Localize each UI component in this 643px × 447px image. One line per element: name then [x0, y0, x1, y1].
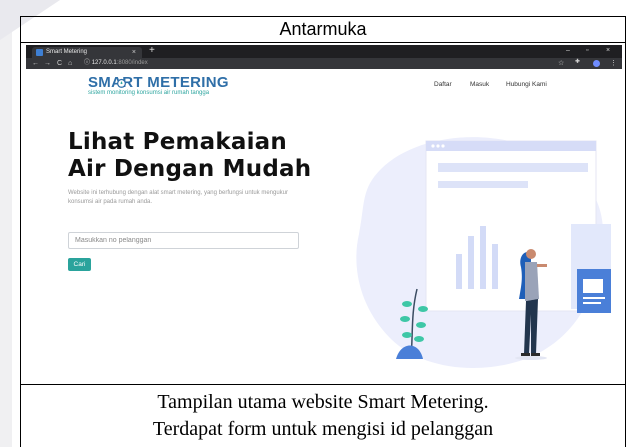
customer-id-input[interactable] [68, 232, 299, 249]
hero-title-line-1: Lihat Pemakaian [68, 129, 287, 155]
web-page: SMART METERING sistem monitoring konsums… [26, 69, 622, 380]
new-tab-button[interactable]: + [149, 45, 155, 57]
favicon-icon [36, 49, 43, 56]
illustration-header-bar [438, 163, 588, 172]
browser-screenshot: Smart Metering × + – ▫ × ← → C ⌂ ⓘ 127.0… [26, 45, 622, 380]
illustration-card-line [583, 297, 605, 299]
tab-close-icon[interactable]: × [132, 47, 136, 58]
caption-divider [21, 384, 625, 385]
figure-caption: Tampilan utama website Smart Metering. T… [21, 389, 625, 443]
info-icon: ⓘ [84, 60, 91, 66]
site-tagline: sistem monitoring konsumsi air rumah tan… [88, 90, 210, 96]
left-decoration [0, 0, 12, 447]
caption-line-1: Tampilan utama website Smart Metering. [157, 391, 489, 413]
illustration-dot [441, 144, 445, 148]
illustration-dot [431, 144, 435, 148]
person-shoe [531, 353, 540, 356]
url-path: :8080/index [116, 60, 148, 66]
reload-icon[interactable]: C [57, 58, 62, 69]
plant-leaf [416, 322, 426, 328]
person-legs [524, 299, 538, 354]
address-bar: ← → C ⌂ ⓘ 127.0.0.1:8080/index ☆ ⋮ [26, 58, 622, 69]
plant-leaf [402, 301, 412, 307]
tab-title: Smart Metering [46, 49, 88, 55]
url-field[interactable]: ⓘ 127.0.0.1:8080/index [84, 58, 148, 69]
hero-title: Lihat Pemakaian Air Dengan Mudah [68, 129, 311, 183]
illustration-card-inner [583, 279, 603, 293]
kebab-menu-icon[interactable]: ⋮ [610, 58, 617, 69]
tab-bar: Smart Metering × + – ▫ × [26, 45, 622, 58]
person-torso [525, 262, 539, 301]
illustration-bar [456, 254, 462, 289]
search-button[interactable]: Cari [68, 258, 91, 271]
person-shoe [521, 353, 530, 356]
hero-title-line-2: Air Dengan Mudah [68, 156, 312, 182]
water-drop-icon [117, 78, 126, 88]
extension-icon[interactable] [574, 58, 581, 69]
profile-avatar-icon[interactable] [593, 60, 600, 67]
person-shadow [515, 356, 547, 360]
table-header: Antarmuka [21, 17, 625, 43]
nav-link-masuk[interactable]: Masuk [470, 81, 489, 88]
document-table: Antarmuka Smart Metering × + – ▫ × ← → C… [20, 16, 626, 447]
site-logo[interactable]: SMART METERING [88, 74, 229, 91]
hero-description: Website ini terhubung dengan alat smart … [68, 190, 289, 205]
illustration-window-bar [426, 141, 596, 151]
star-icon[interactable]: ☆ [558, 58, 564, 69]
nav-link-daftar[interactable]: Daftar [434, 81, 452, 88]
plant-leaf [418, 306, 428, 312]
minimize-button[interactable]: – [566, 45, 570, 57]
illustration-bar [468, 236, 474, 289]
plant-leaf [402, 332, 412, 338]
illustration-bar [492, 244, 498, 289]
plant-leaf [400, 316, 410, 322]
maximize-button[interactable]: ▫ [586, 45, 588, 57]
illustration-dot [436, 144, 440, 148]
nav-link-hubungi-kami[interactable]: Hubungi Kami [506, 81, 547, 88]
person-arm [537, 264, 547, 267]
home-icon[interactable]: ⌂ [68, 58, 72, 69]
caption-line-2: Terdapat form untuk mengisi id pelanggan [152, 418, 494, 440]
forward-arrow-icon[interactable]: → [44, 58, 51, 69]
illustration-bar [480, 226, 486, 289]
close-window-button[interactable]: × [606, 45, 610, 57]
browser-tab[interactable]: Smart Metering × [32, 47, 142, 58]
back-arrow-icon[interactable]: ← [32, 58, 39, 69]
person-head [526, 249, 536, 259]
plant-leaf [414, 336, 424, 342]
illustration-subheader-bar [438, 181, 528, 188]
illustration-card-line [583, 302, 601, 304]
url-host: 127.0.0.1 [91, 60, 117, 66]
hero-illustration [356, 137, 611, 369]
